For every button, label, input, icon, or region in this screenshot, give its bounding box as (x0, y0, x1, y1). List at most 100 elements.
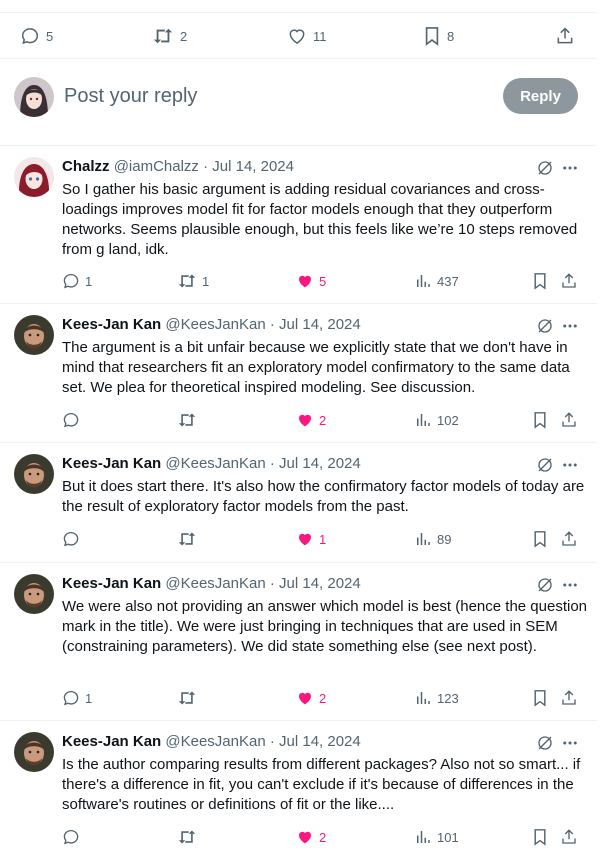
views-count: 102 (437, 412, 459, 428)
reply-action[interactable] (62, 530, 85, 548)
author-avatar[interactable] (14, 315, 54, 355)
reply-action[interactable] (62, 411, 85, 429)
grok-icon[interactable] (536, 576, 554, 594)
share-icon (560, 272, 578, 290)
views-count: 123 (437, 690, 459, 706)
reply-action[interactable]: 1 (62, 689, 92, 707)
reply-tweet[interactable]: Kees-Jan Kan @KeesJanKan · Jul 14, 2024 … (0, 720, 597, 859)
more-options-icon[interactable] (561, 159, 579, 177)
heart-icon (296, 272, 314, 290)
more-options-icon[interactable] (561, 734, 579, 752)
bookmark-action[interactable] (532, 689, 548, 707)
bookmark-action[interactable] (532, 530, 548, 548)
repost-action[interactable] (177, 689, 202, 707)
grok-icon[interactable] (536, 159, 554, 177)
bookmark-action[interactable] (532, 411, 548, 429)
more-options-icon[interactable] (561, 576, 579, 594)
like-action[interactable]: 1 (296, 530, 326, 548)
views-action[interactable]: 101 (414, 828, 459, 846)
reply-tweet[interactable]: Kees-Jan Kan @KeesJanKan · Jul 14, 2024 … (0, 303, 597, 442)
like-count: 2 (319, 829, 327, 845)
tweet-text: Is the author comparing results from dif… (62, 756, 581, 813)
author-name[interactable]: Kees-Jan Kan (62, 455, 161, 472)
reply-icon (20, 26, 40, 46)
reply-action[interactable]: 1 (62, 272, 92, 290)
author-name[interactable]: Kees-Jan Kan (62, 316, 161, 333)
heart-icon (296, 828, 314, 846)
tweet-header: Kees-Jan Kan @KeesJanKan · Jul 14, 2024 (62, 316, 361, 333)
author-avatar[interactable] (14, 157, 54, 197)
views-action[interactable]: 123 (414, 689, 459, 707)
bookmark-action[interactable]: 8 (423, 26, 454, 46)
author-name[interactable]: Chalzz (62, 158, 110, 175)
like-action[interactable]: 2 (296, 828, 326, 846)
repost-icon (152, 26, 174, 46)
author-meta[interactable]: @KeesJanKan · Jul 14, 2024 (165, 316, 360, 333)
share-action[interactable] (560, 828, 578, 846)
like-action[interactable]: 2 (296, 411, 326, 429)
repost-action[interactable]: 1 (177, 272, 209, 290)
repost-action[interactable] (177, 828, 202, 846)
reply-action[interactable]: 5 (20, 26, 53, 46)
share-action[interactable] (555, 26, 575, 46)
repost-icon (177, 689, 197, 707)
more-options-icon[interactable] (561, 456, 579, 474)
views-action[interactable]: 89 (414, 530, 451, 548)
like-count: 2 (319, 412, 327, 428)
author-meta[interactable]: @KeesJanKan · Jul 14, 2024 (165, 733, 360, 750)
repost-action[interactable]: 2 (152, 26, 187, 46)
tweet-actions: 1 2 123 (62, 689, 582, 709)
bookmark-icon (532, 411, 548, 429)
grok-icon[interactable] (536, 456, 554, 474)
bookmark-action[interactable] (532, 828, 548, 846)
share-action[interactable] (560, 411, 578, 429)
top-divider (0, 12, 597, 13)
author-avatar[interactable] (14, 454, 54, 494)
user-avatar (14, 77, 54, 117)
author-avatar[interactable] (14, 732, 54, 772)
bookmark-action[interactable] (532, 272, 548, 290)
reply-tweet[interactable]: Kees-Jan Kan @KeesJanKan · Jul 14, 2024 … (0, 562, 597, 720)
reply-tweet[interactable]: Chalzz @iamChalzz · Jul 14, 2024 So I ga… (0, 145, 597, 303)
author-meta[interactable]: @KeesJanKan · Jul 14, 2024 (165, 455, 360, 472)
views-action[interactable]: 437 (414, 272, 459, 290)
share-action[interactable] (560, 689, 578, 707)
like-action[interactable]: 11 (287, 26, 327, 46)
grok-icon[interactable] (536, 317, 554, 335)
views-icon (414, 828, 432, 846)
repost-count: 1 (202, 273, 210, 289)
reply-input[interactable]: Post your reply (64, 85, 197, 108)
grok-icon[interactable] (536, 734, 554, 752)
author-meta[interactable]: @KeesJanKan · Jul 14, 2024 (165, 575, 360, 592)
views-icon (414, 411, 432, 429)
reply-button[interactable]: Reply (503, 78, 578, 114)
reply-icon (62, 828, 80, 846)
author-name[interactable]: Kees-Jan Kan (62, 733, 161, 750)
bookmark-icon (532, 828, 548, 846)
repost-action[interactable] (177, 411, 202, 429)
tweet-actions: 1 89 (62, 530, 582, 550)
author-name[interactable]: Kees-Jan Kan (62, 575, 161, 592)
views-count: 437 (437, 273, 459, 289)
tweet-actions: 1 1 5 437 (62, 272, 582, 292)
reply-action[interactable] (62, 828, 85, 846)
views-action[interactable]: 102 (414, 411, 459, 429)
share-action[interactable] (560, 272, 578, 290)
share-action[interactable] (560, 530, 578, 548)
reply-composer: Post your reply Reply (0, 59, 597, 145)
repost-icon (177, 411, 197, 429)
reply-count: 1 (85, 690, 93, 706)
views-icon (414, 530, 432, 548)
more-options-icon[interactable] (561, 317, 579, 335)
reply-tweet[interactable]: Kees-Jan Kan @KeesJanKan · Jul 14, 2024 … (0, 442, 597, 562)
like-action[interactable]: 5 (296, 272, 326, 290)
tweet-actions: 2 102 (62, 411, 582, 431)
like-action[interactable]: 2 (296, 689, 326, 707)
author-avatar[interactable] (14, 574, 54, 614)
bookmark-icon (532, 530, 548, 548)
bookmark-count: 8 (447, 28, 455, 44)
heart-icon (296, 530, 314, 548)
reply-icon (62, 530, 80, 548)
author-meta[interactable]: @iamChalzz · Jul 14, 2024 (114, 158, 294, 175)
repost-action[interactable] (177, 530, 202, 548)
